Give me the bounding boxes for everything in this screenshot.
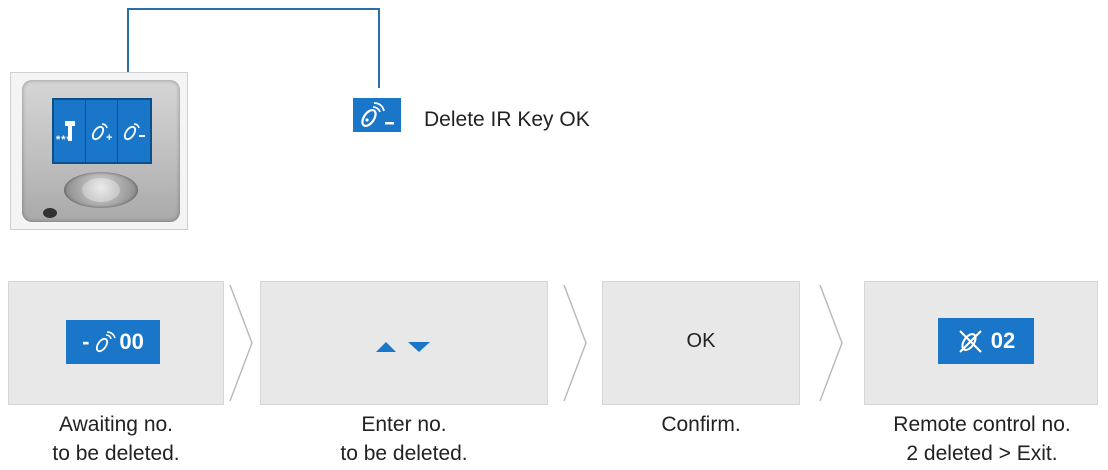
svg-text:+: + [106,132,112,142]
chevron-right-icon [229,284,253,402]
device-passcode-stars: *** [56,134,72,146]
remote-key-plus-icon: + [86,100,118,162]
device-ir-sensor [43,208,57,218]
remote-key-icon [93,330,119,354]
connector-line [378,8,380,88]
step-caption: Remote control no. 2 deleted > Exit. [864,410,1100,468]
caption-line: to be deleted. [340,442,468,465]
connector-line [127,8,380,10]
up-down-arrows-icon [376,342,430,352]
mode-label: Delete IR Key OK [424,108,590,131]
wrench-icon [54,100,86,162]
deleted-key-number: 02 [990,328,1016,353]
key-number: 00 [119,329,144,354]
caption-line: Remote control no. [893,413,1071,436]
remote-key-crossed-icon [957,328,985,354]
chevron-right-icon [819,284,843,402]
remote-key-minus-icon [353,98,401,132]
remote-key-minus-icon [118,100,150,162]
caption-line: Awaiting no. [58,413,174,436]
caption-line: to be deleted. [52,442,180,465]
caption-line: Enter no. [361,413,447,436]
step-caption: Confirm. [602,410,800,439]
device-screen: + [52,98,152,164]
step-caption: Awaiting no. to be deleted. [8,410,224,468]
ok-label: OK [686,330,716,352]
step-display-badge: - 00 [66,320,160,364]
chevron-right-icon [563,284,587,402]
connector-line [127,8,129,78]
device-center-button [82,178,120,202]
caption-line: Confirm. [661,413,741,436]
step-caption: Enter no. to be deleted. [260,410,548,468]
step-display-badge: 02 [938,318,1034,364]
caption-line: 2 deleted > Exit. [906,442,1058,465]
minus-sign: - [82,329,90,354]
